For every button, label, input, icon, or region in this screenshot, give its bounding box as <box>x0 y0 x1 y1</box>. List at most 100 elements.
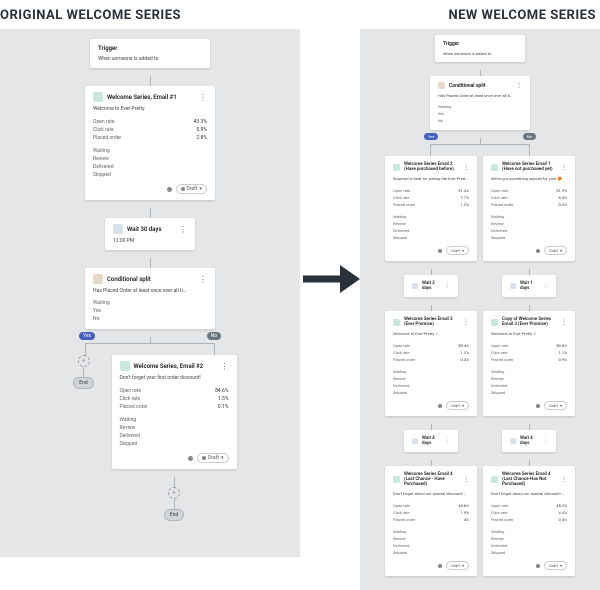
v: 6.3% <box>559 195 567 200</box>
cond-card-new[interactable]: Conditional split ⋮ Has Placed Order at … <box>430 76 530 130</box>
cond-options: Waiting Yes No <box>93 299 207 323</box>
stat-label: Click rate <box>93 127 114 133</box>
draft-badge[interactable]: Draft▾ <box>176 184 208 194</box>
opt: No <box>438 117 522 124</box>
stat-value: 5.9% <box>196 127 207 133</box>
no-wait1[interactable]: Wait 1 days⋮ <box>502 275 556 297</box>
d: Draft <box>549 248 558 253</box>
kebab-icon[interactable]: ⋮ <box>516 82 522 89</box>
add-node[interactable]: + <box>168 487 180 499</box>
settings-icon[interactable] <box>536 564 540 568</box>
wait-card[interactable]: Wait 30 days ⋮ 12:00 PM <box>105 218 195 250</box>
kebab-icon[interactable]: ⋮ <box>561 476 567 483</box>
yes-tag: Yes <box>424 133 438 140</box>
kebab-icon[interactable]: ⋮ <box>543 438 548 444</box>
settings-icon[interactable] <box>188 456 193 461</box>
st: Waiting <box>393 528 469 535</box>
draft-label: Draft <box>187 186 198 192</box>
yes-email2[interactable]: Welcome Series Email 3 (Ever Promise)⋮ W… <box>385 311 477 416</box>
t: Wait 3 days <box>422 281 441 291</box>
no-wait2[interactable]: Wait 4 days⋮ <box>502 430 556 452</box>
email-icon <box>393 164 400 171</box>
st: Delivered <box>491 382 567 389</box>
settings-icon[interactable] <box>536 404 540 408</box>
stat-value: 1.5% <box>218 396 229 402</box>
stat-value: 84.6% <box>215 388 228 394</box>
v: 7.7% <box>461 195 469 200</box>
email1-card[interactable]: Welcome Series, Email #1 ⋮ Welcome to Ev… <box>85 86 215 200</box>
email-icon <box>491 319 498 326</box>
t: Welcome Series Email 4 (Last Chance-Has … <box>502 472 557 487</box>
kebab-icon[interactable]: ⋮ <box>463 164 469 171</box>
st: Waiting <box>491 368 567 375</box>
yes-wait2[interactable]: Wait 4 days⋮ <box>404 430 458 452</box>
trigger-card[interactable]: Trigger When someone is added to <box>90 39 210 68</box>
st: Review <box>393 535 469 542</box>
v: 1.1% <box>559 350 567 355</box>
no-email2[interactable]: Copy of Welcome Series Email 3 (Ever Pro… <box>483 311 575 416</box>
settings-icon[interactable] <box>438 564 442 568</box>
kebab-icon[interactable]: ⋮ <box>463 319 469 326</box>
kebab-icon[interactable]: ⋮ <box>445 438 450 444</box>
st: Skipped <box>491 389 567 396</box>
draft-badge[interactable]: Draft▾ <box>446 561 469 570</box>
st: Review <box>393 220 469 227</box>
yes-email3[interactable]: Welcome Series Email 4 (Last Chance - Ha… <box>385 466 477 576</box>
st: Skipped <box>393 389 469 396</box>
kebab-icon[interactable]: ⋮ <box>463 476 469 483</box>
draft-badge[interactable]: Draft▾ <box>544 401 567 410</box>
connector <box>150 258 151 268</box>
cond-options: Waiting Yes No <box>438 103 522 124</box>
opt: No <box>93 315 207 323</box>
opt: Yes <box>93 307 207 315</box>
st: Review <box>491 220 567 227</box>
draft-badge[interactable]: Draft▾ <box>446 246 469 255</box>
st: Skipped <box>393 234 469 241</box>
kebab-icon[interactable]: ⋮ <box>179 225 187 234</box>
draft-badge[interactable]: Draft▾ <box>544 246 567 255</box>
kebab-icon[interactable]: ⋮ <box>445 283 450 289</box>
l: Placed order <box>491 517 513 522</box>
email2-status: Waiting Review Delivered Skipped <box>120 416 229 448</box>
trigger-title: Trigger <box>98 45 202 52</box>
opt: Waiting <box>438 103 522 110</box>
v: 3% <box>464 517 469 522</box>
t: Welcome Series Email 3 (Ever Promise) <box>404 317 459 327</box>
t: Copy of Welcome Series Email 3 (Ever Pro… <box>502 317 557 327</box>
cond-subtitle: Has Placed Order at least once over all … <box>438 93 522 98</box>
no-email3[interactable]: Welcome Series Email 4 (Last Chance-Has … <box>483 466 575 576</box>
yes-wait1[interactable]: Wait 3 days ⋮ <box>404 275 458 297</box>
kebab-icon[interactable]: ⋮ <box>561 319 567 326</box>
original-canvas: Trigger When someone is added to Welcome… <box>0 29 300 557</box>
draft-badge[interactable]: Draft▾ <box>544 561 567 570</box>
email2-stats: Open rate84.6% Click rate1.5% Placed ord… <box>120 387 229 411</box>
settings-icon[interactable] <box>438 404 442 408</box>
draft-badge[interactable]: Draft▾ <box>197 453 229 463</box>
v: 0.3% <box>461 357 469 362</box>
settings-icon[interactable] <box>438 249 442 253</box>
v: 50.8% <box>556 343 567 348</box>
kebab-icon[interactable]: ⋮ <box>221 362 229 371</box>
add-node[interactable]: + <box>78 355 90 367</box>
kebab-icon[interactable]: ⋮ <box>199 275 207 284</box>
st: Review <box>491 375 567 382</box>
email1-status: Waiting Review Delivered Skipped <box>93 147 207 179</box>
trigger-card-new[interactable]: Trigger When someone is added to <box>435 35 525 62</box>
email2-card[interactable]: Welcome Series, Email #2 ⋮ Don't forget … <box>112 355 237 469</box>
no-email1[interactable]: Welcome Series Email 1 (Have not purchas… <box>483 156 575 261</box>
draft-label: Draft <box>208 455 219 461</box>
status-item: Delivered <box>93 163 207 171</box>
yes-column: Welcome Series Email 2 (Have purchased b… <box>385 156 477 584</box>
settings-icon[interactable] <box>536 249 540 253</box>
yes-email1[interactable]: Welcome Series Email 2 (Have purchased b… <box>385 156 477 261</box>
kebab-icon[interactable]: ⋮ <box>199 93 207 102</box>
settings-icon[interactable] <box>167 187 172 192</box>
draft-badge[interactable]: Draft▾ <box>446 401 469 410</box>
kebab-icon[interactable]: ⋮ <box>543 283 548 289</box>
l: Click rate <box>393 195 410 200</box>
kebab-icon[interactable]: ⋮ <box>561 164 567 171</box>
s: Welcome to Ever-Pretty ✓ <box>491 331 567 336</box>
cond-card[interactable]: Conditional split ⋮ Has Placed Order at … <box>85 268 215 329</box>
email-icon <box>93 92 103 102</box>
l: Placed order <box>491 357 513 362</box>
